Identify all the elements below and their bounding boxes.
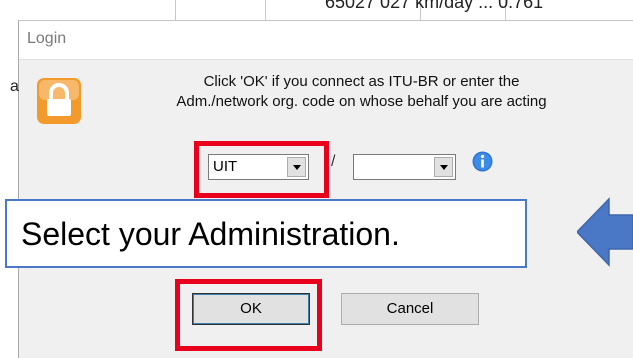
grid-line	[265, 0, 266, 22]
left-arrow-icon	[577, 197, 633, 267]
title-bar: Login	[19, 21, 633, 60]
message-line-1: Click 'OK' if you connect as ITU-BR or e…	[203, 73, 520, 90]
network-org-select[interactable]	[353, 154, 456, 180]
message-line-2: Adm./network org. code on whose behalf y…	[176, 93, 547, 110]
highlight-box-ok	[175, 279, 322, 351]
instruction-message: Click 'OK' if you connect as ITU-BR or e…	[94, 72, 629, 112]
background-text: a	[10, 78, 19, 95]
background-text: 65027 027 km/day ... 0.761	[325, 0, 544, 12]
separator-slash: /	[331, 153, 336, 170]
background-spreadsheet: 65027 027 km/day ... 0.761	[0, 0, 633, 22]
info-icon[interactable]	[472, 151, 493, 172]
cancel-button[interactable]: Cancel	[341, 293, 479, 325]
callout-text: Select your Administration.	[21, 216, 400, 252]
chevron-down-icon[interactable]	[434, 157, 453, 177]
highlight-box-administration	[194, 141, 329, 198]
instruction-callout: Select your Administration.	[5, 199, 527, 268]
lock-icon	[37, 78, 81, 124]
grid-line	[175, 0, 176, 22]
dialog-title: Login	[27, 30, 67, 47]
